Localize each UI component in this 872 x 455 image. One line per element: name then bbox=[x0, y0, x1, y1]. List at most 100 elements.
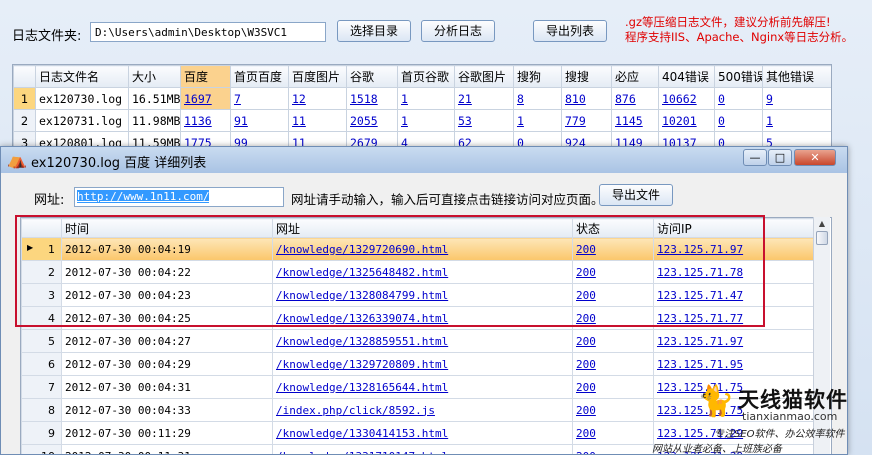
main-col-header[interactable]: 日志文件名 bbox=[35, 65, 129, 88]
count-link[interactable]: 1145 bbox=[615, 114, 643, 128]
detail-cell: 123.125.71.95 bbox=[653, 352, 814, 376]
log-folder-path-input[interactable]: D:\Users\admin\Desktop\W3SVC1 bbox=[90, 22, 326, 42]
ip-link[interactable]: 123.125.71.77 bbox=[657, 312, 743, 325]
detail-cell: 123.125.71.77 bbox=[653, 306, 814, 330]
main-table-row[interactable]: 2 ex120731.log 11.98MB 1136 91 11 2055 1 53 1 779 1… bbox=[13, 109, 831, 132]
detail-table-row[interactable]: 4 2012-07-30 00:04:25/knowledge/132633907… bbox=[21, 306, 814, 330]
count-link[interactable]: 0 bbox=[718, 114, 725, 128]
detail-table-row[interactable]: ▶ 1 2012-07-30 00:04:19/knowledge/13297206… bbox=[21, 237, 814, 261]
count-link[interactable]: 10662 bbox=[662, 92, 697, 106]
main-col-header[interactable]: 首页谷歌 bbox=[397, 65, 455, 88]
url-link[interactable]: /knowledge/1328859551.html bbox=[276, 335, 448, 348]
ip-link[interactable]: 123.125.71.97 bbox=[657, 243, 743, 256]
export-list-button[interactable]: 导出列表 bbox=[533, 20, 607, 42]
url-link[interactable]: /knowledge/1326339074.html bbox=[276, 312, 448, 325]
count-link[interactable]: 1 bbox=[517, 114, 524, 128]
status-link[interactable]: 200 bbox=[576, 266, 596, 279]
main-cell: 779 bbox=[561, 109, 612, 132]
maximize-button[interactable]: □ bbox=[768, 149, 792, 166]
detail-table-row[interactable]: 6 2012-07-30 00:04:29/knowledge/132972080… bbox=[21, 352, 814, 376]
count-link[interactable]: 810 bbox=[565, 92, 586, 106]
main-cell: 10201 bbox=[658, 109, 715, 132]
count-link[interactable]: 0 bbox=[718, 92, 725, 106]
ip-link[interactable]: 123.125.71.97 bbox=[657, 335, 743, 348]
count-link[interactable]: 1 bbox=[401, 114, 408, 128]
url-link[interactable]: /knowledge/1331710147.html bbox=[276, 450, 448, 455]
count-link[interactable]: 53 bbox=[458, 114, 472, 128]
select-directory-button[interactable]: 选择目录 bbox=[337, 20, 411, 42]
main-col-header[interactable]: 谷歌图片 bbox=[454, 65, 514, 88]
main-col-header[interactable]: 404错误 bbox=[658, 65, 715, 88]
count-link[interactable]: 21 bbox=[458, 92, 472, 106]
status-link[interactable]: 200 bbox=[576, 358, 596, 371]
detail-table-row[interactable]: 2 2012-07-30 00:04:22/knowledge/132564848… bbox=[21, 260, 814, 284]
main-col-header[interactable] bbox=[13, 65, 36, 88]
detail-col-header[interactable]: 时间 bbox=[61, 218, 273, 238]
main-col-header[interactable]: 谷歌 bbox=[346, 65, 398, 88]
ip-link[interactable]: 123.125.71.95 bbox=[657, 358, 743, 371]
count-link[interactable]: 1 bbox=[766, 114, 773, 128]
url-input[interactable]: http://www.1n11.com/ bbox=[74, 187, 284, 207]
url-link[interactable]: /knowledge/1330414153.html bbox=[276, 427, 448, 440]
status-link[interactable]: 200 bbox=[576, 335, 596, 348]
scroll-thumb[interactable] bbox=[816, 231, 828, 245]
count-link[interactable]: 779 bbox=[565, 114, 586, 128]
ip-link[interactable]: 123.125.71.47 bbox=[657, 289, 743, 302]
ip-link[interactable]: 123.125.71.78 bbox=[657, 266, 743, 279]
count-link[interactable]: 1136 bbox=[184, 114, 212, 128]
status-link[interactable]: 200 bbox=[576, 312, 596, 325]
detail-col-header[interactable]: 访问IP bbox=[653, 218, 814, 238]
scroll-up-icon[interactable]: ▲ bbox=[814, 217, 830, 231]
count-link[interactable]: 12 bbox=[292, 92, 306, 106]
detail-cell: 200 bbox=[572, 283, 654, 307]
url-link[interactable]: /knowledge/1328084799.html bbox=[276, 289, 448, 302]
count-link[interactable]: 91 bbox=[234, 114, 248, 128]
row-number-text: 6 bbox=[48, 357, 55, 371]
detail-col-header[interactable]: 状态 bbox=[572, 218, 654, 238]
count-link[interactable]: 10201 bbox=[662, 114, 697, 128]
count-link[interactable]: 9 bbox=[766, 92, 773, 106]
count-link[interactable]: 1518 bbox=[350, 92, 378, 106]
main-col-header[interactable]: 其他错误 bbox=[762, 65, 831, 88]
analyze-log-button[interactable]: 分析日志 bbox=[421, 20, 495, 42]
main-col-header[interactable]: 百度图片 bbox=[288, 65, 347, 88]
main-cell: 1 bbox=[397, 87, 455, 110]
count-link[interactable]: 1697 bbox=[184, 92, 212, 106]
main-col-header[interactable]: 必应 bbox=[611, 65, 659, 88]
status-link[interactable]: 200 bbox=[576, 243, 596, 256]
url-link[interactable]: /knowledge/1329720690.html bbox=[276, 243, 448, 256]
status-link[interactable]: 200 bbox=[576, 450, 596, 455]
main-cell: 1697 bbox=[180, 87, 231, 110]
detail-table-row[interactable]: 3 2012-07-30 00:04:23/knowledge/132808479… bbox=[21, 283, 814, 307]
main-col-header[interactable]: 搜狗 bbox=[513, 65, 562, 88]
status-link[interactable]: 200 bbox=[576, 427, 596, 440]
count-link[interactable]: 1 bbox=[401, 92, 408, 106]
close-button[interactable]: ✕ bbox=[794, 149, 836, 166]
status-link[interactable]: 200 bbox=[576, 404, 596, 417]
url-link[interactable]: /knowledge/1325648482.html bbox=[276, 266, 448, 279]
main-col-header[interactable]: 搜搜 bbox=[561, 65, 612, 88]
url-link[interactable]: /knowledge/1329720809.html bbox=[276, 358, 448, 371]
row-number-text: 5 bbox=[48, 334, 55, 348]
main-col-header[interactable]: 500错误 bbox=[714, 65, 763, 88]
minimize-button[interactable]: — bbox=[743, 149, 767, 166]
count-link[interactable]: 876 bbox=[615, 92, 636, 106]
detail-cell: /knowledge/1330414153.html bbox=[272, 421, 573, 445]
detail-col-header[interactable]: 网址 bbox=[272, 218, 573, 238]
main-table-row[interactable]: 1 ex120730.log 16.51MB 1697 7 12 1518 1 21 8 810 87… bbox=[13, 87, 831, 110]
count-link[interactable]: 11 bbox=[292, 114, 306, 128]
status-link[interactable]: 200 bbox=[576, 289, 596, 302]
count-link[interactable]: 2055 bbox=[350, 114, 378, 128]
url-link[interactable]: /index.php/click/8592.js bbox=[276, 404, 435, 417]
main-col-header[interactable]: 大小 bbox=[128, 65, 181, 88]
detail-titlebar[interactable]: ⛺ ex120730.log 百度 详细列表 — □ ✕ bbox=[1, 147, 847, 173]
main-col-header[interactable]: 百度 bbox=[180, 65, 231, 88]
detail-table-row[interactable]: 5 2012-07-30 00:04:27/knowledge/132885955… bbox=[21, 329, 814, 353]
main-col-header[interactable]: 首页百度 bbox=[230, 65, 289, 88]
detail-col-header[interactable] bbox=[21, 218, 62, 238]
export-file-button[interactable]: 导出文件 bbox=[599, 184, 673, 206]
status-link[interactable]: 200 bbox=[576, 381, 596, 394]
count-link[interactable]: 7 bbox=[234, 92, 241, 106]
url-link[interactable]: /knowledge/1328165644.html bbox=[276, 381, 448, 394]
count-link[interactable]: 8 bbox=[517, 92, 524, 106]
